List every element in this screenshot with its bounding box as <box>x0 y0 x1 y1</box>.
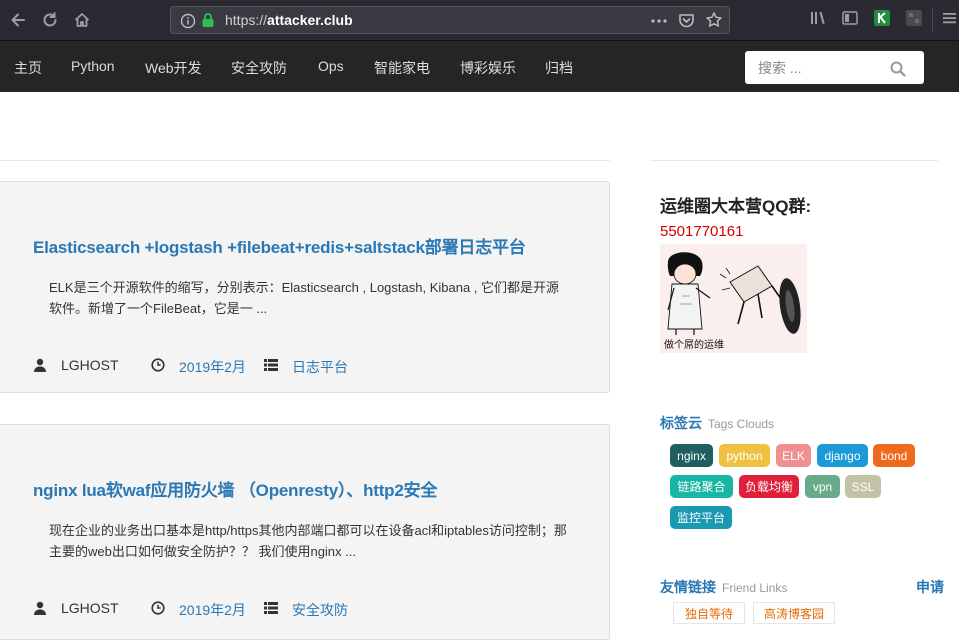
nav-item-archive[interactable]: 归档 <box>545 58 573 78</box>
post-card: nginx lua软waf应用防火墙 （Openresty）、http2安全 现… <box>0 424 610 640</box>
nav-item-web[interactable]: Web开发 <box>145 58 202 78</box>
home-icon[interactable] <box>70 8 94 32</box>
search-input[interactable] <box>745 51 885 84</box>
post-date[interactable]: 2019年2月 <box>179 357 246 377</box>
tag-elk[interactable]: ELK <box>776 444 811 467</box>
apply-link-button[interactable]: 申请 <box>916 577 944 597</box>
qq-group-title: 运维圈大本营QQ群: <box>660 197 812 216</box>
bookmark-star-icon[interactable] <box>705 11 723 33</box>
nav-item-smart-home[interactable]: 智能家电 <box>374 58 430 78</box>
tag-monitoring[interactable]: 监控平台 <box>670 506 732 529</box>
clock-icon <box>151 358 165 372</box>
post-author: LGHOST <box>61 357 119 373</box>
site-navbar: 主页 Python Web开发 安全攻防 Ops 智能家电 博彩娱乐 归档 <box>0 40 959 92</box>
post-category[interactable]: 安全攻防 <box>292 600 348 620</box>
post-date[interactable]: 2019年2月 <box>179 600 246 620</box>
tag-link-aggregation[interactable]: 链路聚合 <box>670 475 733 498</box>
post-card: Elasticsearch +logstash +filebeat+redis+… <box>0 181 610 393</box>
search-icon[interactable] <box>889 60 907 78</box>
tag-bond[interactable]: bond <box>873 444 915 467</box>
tag-python[interactable]: python <box>719 444 770 467</box>
cartoon-caption: 做个屌的运维 <box>664 340 724 351</box>
extension-icon[interactable] <box>904 8 924 32</box>
sidebar-icon[interactable] <box>840 8 860 32</box>
url-bar[interactable]: https://attacker.club <box>170 6 730 34</box>
sidebar-divider <box>650 160 938 161</box>
menu-icon[interactable] <box>940 8 958 32</box>
tag-vpn[interactable]: vpn <box>805 475 840 498</box>
nav-item-home[interactable]: 主页 <box>14 58 42 78</box>
reload-icon[interactable] <box>38 8 62 32</box>
nav-item-security[interactable]: 安全攻防 <box>231 58 287 78</box>
post-meta: LGHOST 2019年2月 日志平台 <box>33 356 593 376</box>
list-icon <box>264 601 278 615</box>
links-heading: 友情链接 Friend Links <box>660 579 788 595</box>
extension-icon[interactable] <box>872 8 892 32</box>
tag-django[interactable]: django <box>817 444 868 467</box>
tag-ssl[interactable]: SSL <box>845 475 881 498</box>
nav-item-ops[interactable]: Ops <box>318 58 344 74</box>
friend-link[interactable]: 独自等待 <box>673 602 745 624</box>
nav-item-gaming[interactable]: 博彩娱乐 <box>460 58 516 78</box>
cartoon-image: 做个屌的运维 <box>660 244 807 353</box>
back-arrow-icon[interactable] <box>6 8 30 32</box>
toolbar-separator <box>932 8 933 32</box>
lock-icon <box>201 12 215 32</box>
post-author: LGHOST <box>61 600 119 616</box>
user-icon <box>33 358 47 372</box>
browser-toolbar: https://attacker.club <box>0 0 959 40</box>
library-icon[interactable] <box>808 8 828 32</box>
list-icon <box>264 358 278 372</box>
user-icon <box>33 601 47 615</box>
post-meta: LGHOST 2019年2月 安全攻防 <box>33 599 593 619</box>
more-icon[interactable] <box>650 13 668 33</box>
tag-load-balancing[interactable]: 负载均衡 <box>739 475 799 498</box>
post-category[interactable]: 日志平台 <box>292 357 348 377</box>
post-title[interactable]: Elasticsearch +logstash +filebeat+redis+… <box>33 233 526 258</box>
qq-group-number: 5501770161 <box>660 223 744 240</box>
clock-icon <box>151 601 165 615</box>
pocket-icon[interactable] <box>678 12 695 33</box>
tags-heading: 标签云 Tags Clouds <box>660 415 775 431</box>
post-excerpt: 现在企业的业务出口基本是http/https其他内部端口都可以在设备acl和ip… <box>49 523 567 559</box>
search-box <box>745 51 924 84</box>
friend-link[interactable]: 高涛博客园 <box>753 602 835 624</box>
url-text: https://attacker.club <box>225 12 353 28</box>
content-divider <box>0 160 610 161</box>
tag-nginx[interactable]: nginx <box>670 444 713 467</box>
nav-item-python[interactable]: Python <box>71 58 115 74</box>
info-icon[interactable] <box>180 13 196 33</box>
post-excerpt: ELK是三个开源软件的缩写，分别表示：Elasticsearch , Logst… <box>49 280 560 316</box>
post-title[interactable]: nginx lua软waf应用防火墙 （Openresty）、http2安全 <box>33 476 437 501</box>
